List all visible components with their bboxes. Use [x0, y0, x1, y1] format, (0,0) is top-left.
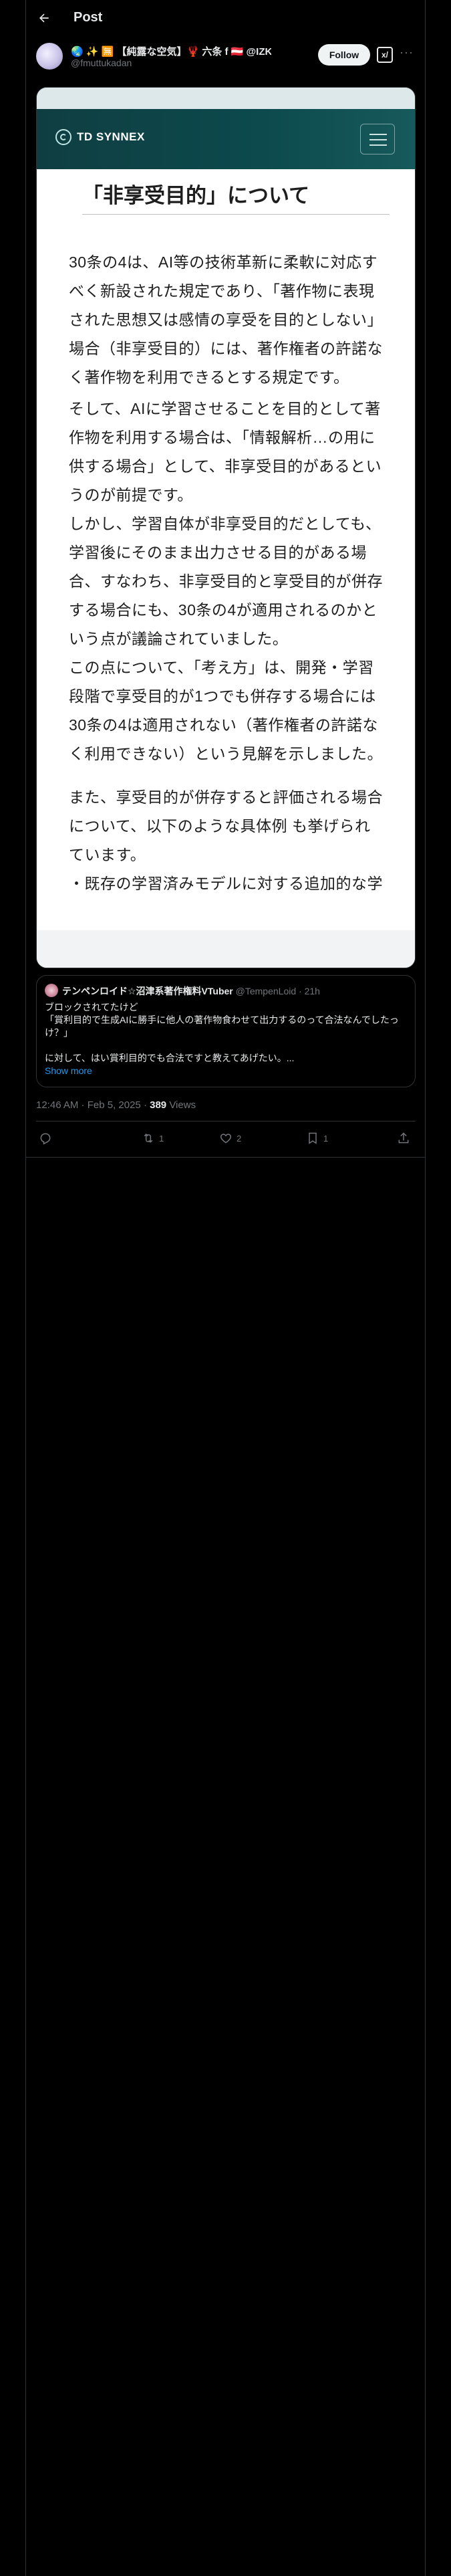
- author-name[interactable]: 🌏 ✨ 🈚 【純露な空気】🦞 六条 f 🇦🇹 @IZKYJ2 Br(b...: [71, 44, 271, 58]
- quote-time: 21h: [304, 986, 320, 996]
- image-bottom-strip: [37, 930, 415, 968]
- share-icon: [398, 1132, 409, 1144]
- post-image[interactable]: TD SYNNEX 「非享受目的」について 30条の4は、AI等の技術革新に柔軟…: [36, 87, 416, 968]
- article-paragraph: この点について、「考え方」は、開発・学習段階で享受目的が1つでも併存する場合には…: [69, 659, 383, 762]
- page-title: Post: [73, 10, 103, 25]
- quoted-post[interactable]: テンペンロイド☆沼津系著作権料VTuber @TempenLoid · 21h …: [36, 975, 416, 1087]
- like-button[interactable]: 2: [219, 1132, 241, 1145]
- reply-icon: [40, 1133, 51, 1145]
- reply-button[interactable]: [39, 1132, 56, 1145]
- more-options-icon[interactable]: ···: [400, 45, 414, 60]
- article-paragraph: そして、AIに学習させることを目的として著作物を利用する場合は、「情報解析…の用…: [69, 400, 382, 504]
- heart-icon: [220, 1134, 232, 1144]
- bookmark-icon: [309, 1132, 317, 1144]
- repost-count: 1: [159, 1133, 164, 1144]
- quote-line: ブロックされてたけど: [45, 1002, 138, 1012]
- article-paragraph: しかし、学習自体が非享受目的だとしても、学習後にそのまま出力させる目的がある場合…: [69, 515, 383, 647]
- image-site-header: TD SYNNEX: [37, 109, 415, 169]
- avatar[interactable]: [36, 43, 63, 70]
- quote-author-handle: @TempenLoid: [235, 986, 297, 996]
- article-paragraph: また、享受目的が併存すると評価される場合について、以下のような具体例 も挙げられ…: [69, 788, 383, 863]
- quote-author-name: テンペンロイド☆沼津系著作権料VTuber: [62, 986, 233, 996]
- action-bar: 1 2 1: [36, 1122, 416, 1157]
- td-synnex-logo: TD SYNNEX: [55, 129, 145, 145]
- grok-icon[interactable]: x/: [377, 47, 393, 63]
- logo-mark-icon: [55, 129, 71, 145]
- bookmark-button[interactable]: 1: [306, 1132, 328, 1145]
- post-meta: 12:46 AM · Feb 5, 2025 · 389 Views: [36, 1099, 196, 1111]
- divider: [25, 1157, 425, 1158]
- back-arrow-icon: [39, 13, 49, 22]
- left-border: [25, 0, 26, 2576]
- quote-author: テンペンロイド☆沼津系著作権料VTuber @TempenLoid · 21h: [62, 986, 320, 996]
- post-timestamp[interactable]: 12:46 AM · Feb 5, 2025: [36, 1099, 141, 1111]
- show-more-link[interactable]: Show more: [45, 1065, 406, 1077]
- views-label: Views: [169, 1099, 196, 1111]
- view-count: 389: [150, 1099, 167, 1111]
- quote-line: に対して、はい賞利目的でも合法ですと教えてあげたい。...: [45, 1053, 295, 1063]
- quote-text: ブロックされてたけど 「賞利目的で生成AIに勝手に他人の著作物食わせて出力するの…: [45, 1001, 406, 1077]
- article-paragraph: ・既存の学習済みモデルに対する追加的な学: [69, 875, 383, 892]
- repost-icon: [144, 1134, 153, 1143]
- like-count: 2: [237, 1133, 242, 1144]
- logo-text: TD SYNNEX: [77, 130, 145, 143]
- article-paragraph: 30条の4は、AI等の技術革新に柔軟に対応すべく新設された規定であり、「著作物に…: [69, 253, 383, 386]
- repost-button[interactable]: 1: [142, 1132, 164, 1145]
- quote-line: 「賞利目的で生成AIに勝手に他人の著作物食わせて出力するのって合法なんでしたっけ…: [45, 1014, 399, 1038]
- bookmark-count: 1: [323, 1133, 329, 1144]
- follow-button[interactable]: Follow: [318, 44, 370, 66]
- post-author: 🌏 ✨ 🈚 【純露な空気】🦞 六条 f 🇦🇹 @IZKYJ2 Br(b... @…: [36, 41, 416, 75]
- image-article: 「非享受目的」について 30条の4は、AI等の技術革新に柔軟に対応すべく新設され…: [37, 179, 415, 898]
- right-border: [425, 0, 426, 2576]
- image-top-strip: [37, 88, 415, 109]
- hamburger-menu-icon: [360, 124, 395, 154]
- top-bar: Post: [25, 0, 425, 35]
- author-handle[interactable]: @fmuttukadan: [71, 58, 132, 68]
- back-button[interactable]: [31, 5, 57, 31]
- article-heading: 「非享受目的」について: [82, 179, 390, 215]
- share-button[interactable]: [397, 1132, 414, 1145]
- quote-avatar: [45, 984, 58, 997]
